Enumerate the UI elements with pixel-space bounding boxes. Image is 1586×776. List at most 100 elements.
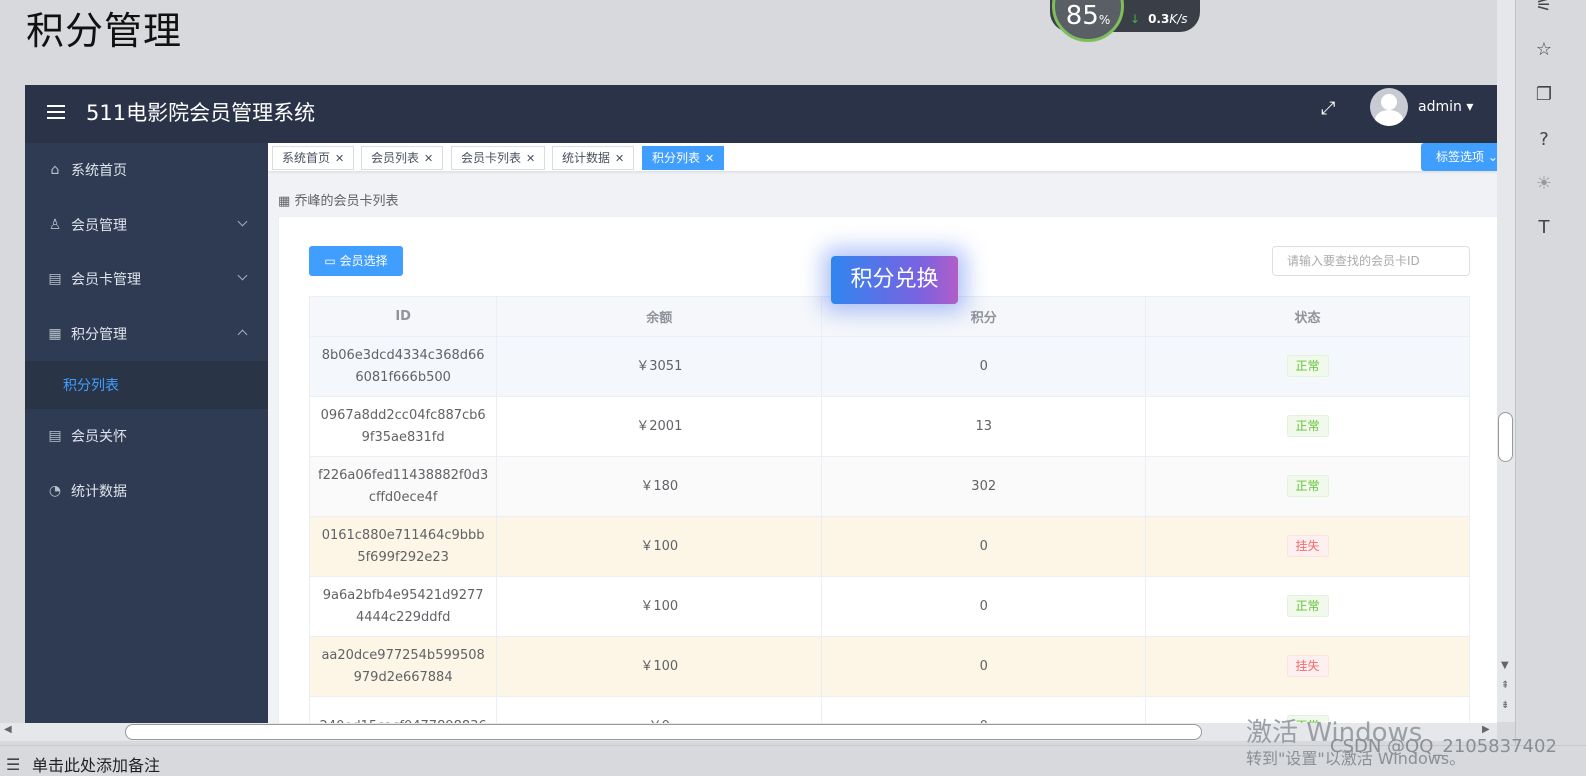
- tab-stats[interactable]: 统计数据 ✕: [552, 146, 635, 170]
- card-id-part: 9a6a2bfb4e95421d9277: [322, 587, 484, 603]
- card-id-part: 0161c880e711464c9bbb: [321, 527, 485, 543]
- sidebar-item-label: 系统首页: [71, 163, 127, 180]
- sidebar-item-members[interactable]: ♙ 会员管理: [25, 198, 268, 253]
- column-header-status[interactable]: 状态: [1145, 296, 1470, 337]
- sliders-icon[interactable]: ⚟: [1534, 0, 1554, 16]
- pie-chart-icon: ◔: [48, 482, 62, 499]
- fullscreen-icon[interactable]: ⤢: [1321, 98, 1335, 119]
- status-cell: 正常: [1145, 576, 1470, 637]
- sidebar-item-label: 会员管理: [71, 217, 127, 234]
- card-id-cell: f226a06fed11438882f0d3 cffd0ece4f: [308, 456, 498, 517]
- table-row[interactable]: 0967a8dd2cc04fc887cb6 9f35ae831fd ￥2001 1…: [308, 396, 1470, 457]
- tab-label: 统计数据: [562, 151, 611, 165]
- card-id-cell: aa20dce977254b599508 979d2e667884: [308, 636, 498, 697]
- menu-toggle-icon[interactable]: [47, 105, 65, 119]
- status-cell: 正常: [1145, 396, 1470, 457]
- scroll-right-icon[interactable]: ▶: [1482, 724, 1490, 735]
- table-row[interactable]: 0161c880e711464c9bbb 5f699f292e23 ￥100 0 …: [308, 516, 1470, 577]
- status-cell: 正常: [1145, 456, 1470, 517]
- status-cell: 挂失: [1145, 636, 1470, 697]
- card-id-part: f226a06fed11438882f0d3: [318, 467, 489, 483]
- sidebar-item-home[interactable]: ⌂ 系统首页: [25, 143, 268, 198]
- balance-cell: ￥100: [496, 516, 823, 577]
- close-icon[interactable]: ✕: [335, 152, 344, 165]
- points-cell: 0: [821, 696, 1147, 723]
- notes-icon: ☰: [6, 755, 21, 774]
- table-row[interactable]: 9a6a2bfb4e95421d9277 4444c229ddfd ￥100 0 …: [308, 576, 1470, 637]
- sidebar-item-label: 统计数据: [71, 483, 127, 500]
- status-badge: 正常: [1286, 355, 1329, 377]
- app-title: 511电影院会员管理系统: [86, 101, 316, 125]
- chevron-up-icon: [237, 329, 248, 339]
- sidebar-item-label: 会员卡管理: [71, 272, 141, 289]
- user-dropdown[interactable]: admin ▾: [1418, 99, 1473, 115]
- pin-icon[interactable]: ☆: [1534, 40, 1554, 60]
- column-header-balance[interactable]: 余额: [496, 296, 823, 337]
- balance-cell: ￥100: [496, 636, 823, 697]
- avatar[interactable]: [1370, 88, 1408, 126]
- scrollbar-thumb[interactable]: [125, 724, 1202, 740]
- table-row[interactable]: 8b06e3dcd4334c368d66 6081f666b500 ￥3051 0…: [308, 336, 1470, 397]
- card-id-cell: 0161c880e711464c9bbb 5f699f292e23: [308, 516, 498, 577]
- breadcrumb-label: 乔峰的会员卡列表: [294, 194, 399, 209]
- card-icon: ▭: [324, 254, 340, 268]
- tab-options-button[interactable]: 标签选项 ⌄: [1421, 143, 1497, 171]
- top-navbar: 511电影院会员管理系统 ⤢ admin ▾: [25, 85, 1497, 143]
- user-icon: ♙: [48, 216, 62, 233]
- table-row[interactable]: f226a06fed11438882f0d3 cffd0ece4f ￥180 30…: [308, 456, 1470, 517]
- card-id-cell: 0967a8dd2cc04fc887cb6 9f35ae831fd: [308, 396, 498, 457]
- grid-icon: ▦: [48, 325, 62, 342]
- points-cell: 13: [821, 396, 1147, 457]
- text-icon[interactable]: T: [1534, 218, 1554, 238]
- home-icon: ⌂: [50, 162, 60, 179]
- scrollbar-thumb[interactable]: [1498, 412, 1513, 462]
- tab-card-list[interactable]: 会员卡列表 ✕: [451, 146, 546, 170]
- scroll-left-icon[interactable]: ◀: [4, 724, 12, 735]
- vertical-scrollbar[interactable]: ▼ ⇞ ⇟: [1497, 0, 1515, 722]
- speed-unit: K/s: [1169, 12, 1188, 26]
- close-icon[interactable]: ✕: [424, 152, 433, 165]
- tab-label: 会员卡列表: [461, 151, 522, 165]
- scroll-down-icon[interactable]: ▼: [1501, 660, 1509, 671]
- sidebar-item-label: 积分管理: [71, 326, 127, 343]
- card-id-part: 8b06e3dcd4334c368d66: [321, 347, 485, 363]
- points-cell: 0: [821, 636, 1147, 697]
- breadcrumb: ▦ 乔峰的会员卡列表: [278, 190, 398, 209]
- scroll-next-icon[interactable]: ⇟: [1501, 700, 1509, 711]
- tab-label: 系统首页: [282, 151, 331, 165]
- status-cell: 正常: [1145, 336, 1470, 397]
- lightbulb-icon[interactable]: ☀: [1534, 174, 1554, 194]
- sidebar-item-stats[interactable]: ◔ 统计数据: [25, 464, 268, 519]
- slide-title: 积分管理: [26, 9, 183, 53]
- sidebar-item-points[interactable]: ▦ 积分管理: [25, 307, 268, 362]
- chevron-down-icon: [237, 216, 248, 226]
- scroll-prev-icon[interactable]: ⇞: [1501, 680, 1509, 691]
- sidebar: ⌂ 系统首页 ♙ 会员管理 ▤ 会员卡管理 ▦ 积分管理 积分列表 ▤ 会员关怀 ◔ 统计数…: [25, 143, 268, 723]
- calendar-icon: ▤: [48, 428, 62, 445]
- tab-points-list[interactable]: 积分列表 ✕: [642, 146, 725, 170]
- sidebar-item-cards[interactable]: ▤ 会员卡管理: [25, 252, 268, 307]
- help-icon[interactable]: ?: [1534, 130, 1554, 150]
- close-icon[interactable]: ✕: [526, 152, 535, 165]
- points-cell: 302: [821, 456, 1147, 517]
- close-icon[interactable]: ✕: [615, 152, 624, 165]
- sidebar-item-label: 会员关怀: [71, 429, 127, 446]
- table-row[interactable]: aa20dce977254b599508 979d2e667884 ￥100 0 …: [308, 636, 1470, 697]
- search-input[interactable]: 请输入要查找的会员卡ID: [1272, 246, 1470, 276]
- copy-icon[interactable]: ❐: [1534, 85, 1554, 105]
- sidebar-subitem-points-list[interactable]: 积分列表: [25, 361, 268, 409]
- usage-unit: %: [1098, 13, 1111, 27]
- tab-label: 会员列表: [371, 151, 420, 165]
- column-header-id[interactable]: ID: [308, 296, 498, 337]
- card-icon: ▤: [48, 271, 62, 288]
- card-id-part: cffd0ece4f: [368, 489, 438, 505]
- sidebar-item-care[interactable]: ▤ 会员关怀: [25, 409, 268, 464]
- tab-home[interactable]: 系统首页 ✕: [272, 146, 355, 170]
- notes-placeholder[interactable]: 单击此处添加备注: [32, 752, 160, 776]
- tab-member-list[interactable]: 会员列表 ✕: [361, 146, 444, 170]
- close-icon[interactable]: ✕: [705, 152, 714, 165]
- card-id-cell: 8b06e3dcd4334c368d66 6081f666b500: [308, 336, 498, 397]
- points-exchange-button[interactable]: 积分兑换: [831, 256, 958, 304]
- status-badge: 正常: [1286, 475, 1329, 497]
- member-select-button[interactable]: ▭ 会员选择: [309, 246, 403, 276]
